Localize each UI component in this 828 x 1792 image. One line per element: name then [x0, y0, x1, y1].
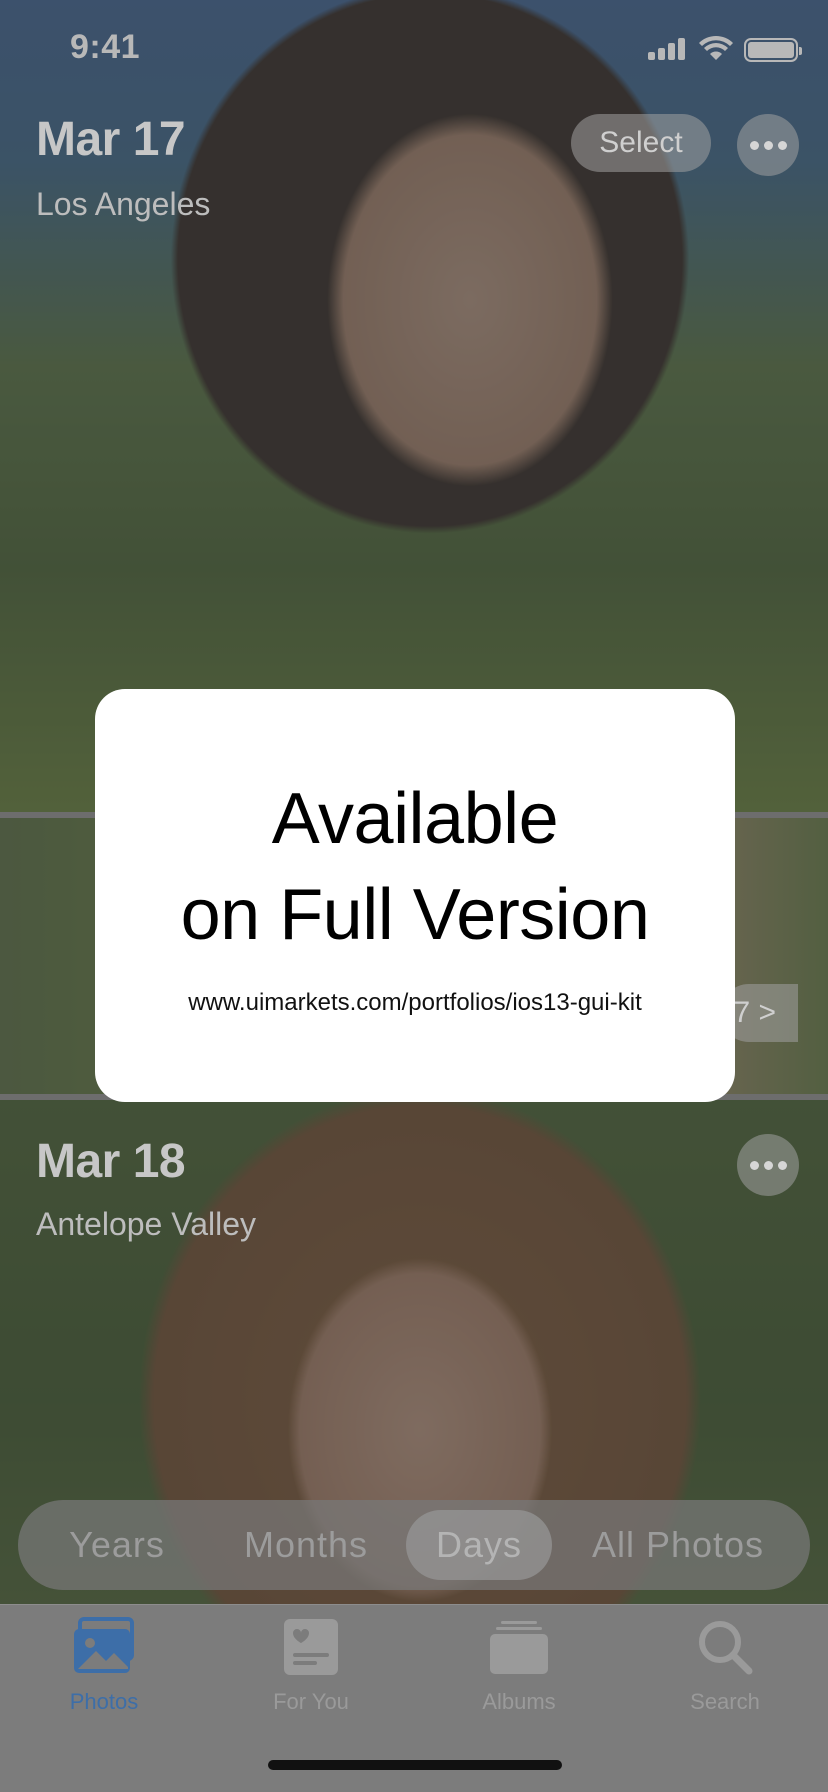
tab-search[interactable]: Search [645, 1617, 805, 1727]
section-location: Los Angeles [36, 186, 211, 222]
select-button[interactable]: Select [571, 114, 711, 172]
tab-for-you[interactable]: For You [231, 1617, 391, 1727]
more-options-button[interactable] [737, 1134, 799, 1196]
tab-photos[interactable]: Photos [24, 1617, 184, 1727]
segment-months[interactable]: Months [208, 1500, 404, 1590]
section-date: Mar 18 [36, 1135, 186, 1188]
cellular-signal-icon [648, 38, 688, 60]
tab-label: Photos [69, 1689, 139, 1714]
tab-albums[interactable]: Albums [439, 1617, 599, 1727]
modal-title-line-2: on Full Version [180, 875, 650, 955]
for-you-icon [284, 1619, 338, 1675]
tab-label: Search [690, 1689, 760, 1714]
more-dots-icon [749, 140, 759, 150]
tab-label: For You [273, 1689, 349, 1714]
more-dots-icon [749, 1160, 759, 1170]
status-time: 9:41 [70, 28, 141, 66]
albums-icon [490, 1621, 548, 1674]
section-date: Mar 17 [36, 113, 186, 166]
battery-icon [744, 38, 802, 62]
photos-icon [74, 1617, 134, 1673]
upgrade-modal: Available on Full Version www.uimarkets.… [95, 689, 735, 1102]
segment-years[interactable]: Years [28, 1500, 206, 1590]
section-location: Antelope Valley [36, 1206, 256, 1242]
search-icon [699, 1621, 753, 1675]
more-options-button[interactable] [737, 114, 799, 176]
tab-label: Albums [482, 1689, 556, 1714]
home-indicator [268, 1760, 562, 1770]
modal-title-line-1: Available [271, 779, 559, 859]
segment-days[interactable]: Days [406, 1500, 552, 1590]
modal-url-link[interactable]: www.uimarkets.com/portfolios/ios13-gui-k… [95, 989, 735, 1017]
modal-title: Available on Full Version [95, 771, 735, 963]
wifi-icon [699, 35, 733, 60]
status-bar: 9:41 [0, 0, 828, 96]
view-segmented-control: Years Months Days All Photos [18, 1500, 810, 1590]
photos-days-screen: 9:41 Mar 17 Los Angeles Select 7 > Mar 1… [0, 0, 828, 1792]
segment-all-photos[interactable]: All Photos [558, 1500, 798, 1590]
